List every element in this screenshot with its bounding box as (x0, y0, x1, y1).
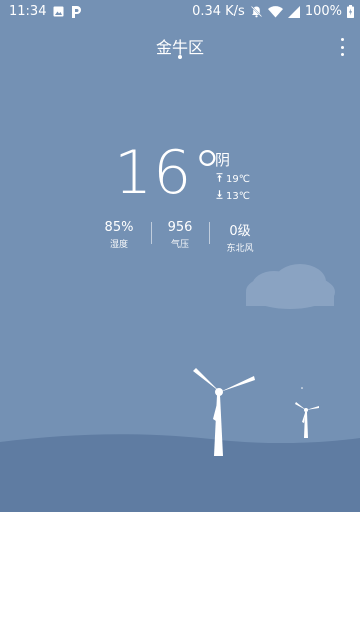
wind-value: 0级 (229, 224, 251, 239)
bird-dot (301, 387, 303, 389)
current-temperature: 16° (114, 138, 224, 208)
humidity-stat: 85% 湿度 (84, 220, 154, 250)
arrow-down-icon (216, 190, 223, 202)
hill-illustration (0, 434, 360, 512)
signal-icon (287, 5, 300, 18)
weather-scene (0, 264, 360, 512)
wind-turbine-small (295, 402, 319, 438)
battery-percent: 100% (304, 4, 342, 19)
page-indicator-dot (178, 55, 182, 59)
parking-app-icon (71, 5, 82, 18)
high-temperature-value: 19℃ (226, 173, 250, 185)
low-temperature: 13℃ (216, 190, 250, 202)
humidity-value: 85% (104, 220, 134, 235)
wind-label: 东北风 (226, 244, 254, 254)
weather-app-screen: 11:34 0.34 K/s 100% 金牛区 16° 阴 19℃ 13℃ 85… (0, 0, 360, 640)
image-icon (53, 6, 64, 17)
status-bar: 11:34 0.34 K/s 100% (0, 0, 360, 24)
battery-icon (347, 5, 354, 18)
high-temperature: 19℃ (216, 173, 250, 185)
network-speed: 0.34 K/s (192, 4, 245, 19)
arrow-up-icon (216, 173, 223, 185)
wifi-icon (267, 5, 283, 18)
weather-condition: 阴 (215, 151, 231, 169)
status-time: 11:34 (9, 4, 47, 19)
humidity-label: 湿度 (109, 240, 128, 250)
mute-bell-icon (250, 5, 263, 18)
cloud-illustration (246, 264, 335, 309)
low-temperature-value: 13℃ (226, 190, 250, 202)
top-bar: 金牛区 (0, 28, 360, 68)
more-vert-icon[interactable] (338, 38, 346, 56)
weather-panel: 11:34 0.34 K/s 100% 金牛区 16° 阴 19℃ 13℃ 85… (0, 0, 360, 512)
wind-stat: 0级 东北风 (205, 220, 275, 254)
